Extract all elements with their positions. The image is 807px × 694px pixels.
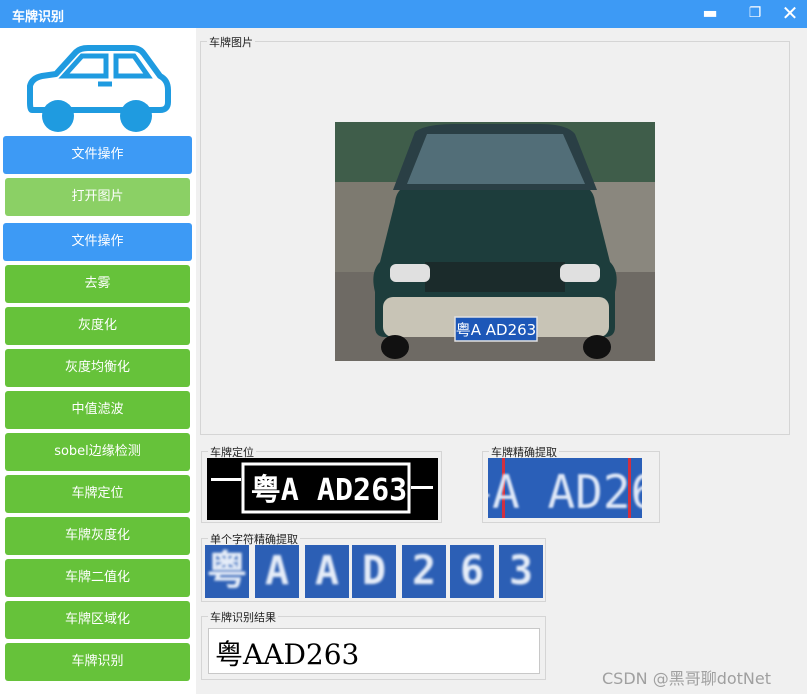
cropped-plate-image: 粤A AD263 [488, 458, 642, 518]
char-tile: D [352, 545, 396, 598]
car-plate-label: 粤A AD263 [456, 321, 536, 339]
sidebar-button-10[interactable]: 车牌灰度化 [5, 517, 190, 555]
sidebar-button-2[interactable]: 打开图片 [5, 178, 190, 216]
sidebar-button-9[interactable]: 车牌定位 [5, 475, 190, 513]
sidebar-button-5[interactable]: 灰度化 [5, 307, 190, 345]
car-photo-drawing: 粤A AD263 [335, 122, 655, 361]
sidebar-button-12[interactable]: 车牌区域化 [5, 601, 190, 639]
char-tile-text: D [361, 548, 387, 594]
window-title: 车牌识别 [12, 10, 65, 25]
char-tile-text: A [314, 548, 340, 594]
sidebar-button-13[interactable]: 车牌识别 [5, 643, 190, 681]
sidebar-button-8[interactable]: sobel边缘检测 [5, 433, 190, 471]
char-tile: 粤 [205, 545, 249, 598]
result-group-label: 车牌识别结果 [208, 609, 278, 625]
plate-image-group-label: 车牌图片 [207, 34, 255, 50]
car-icon [27, 45, 171, 132]
minimize-icon[interactable]: ▬ [693, 0, 727, 28]
binary-plate-text: 粤A AD263 [251, 473, 407, 508]
sidebar-button-11[interactable]: 车牌二值化 [5, 559, 190, 597]
sidebar-button-4[interactable]: 去雾 [5, 265, 190, 303]
sidebar-button-3[interactable]: 文件操作 [3, 223, 192, 261]
char-tile: 6 [450, 545, 494, 598]
result-text: 粤AAD263 [215, 638, 360, 671]
char-tile-text: 2 [411, 548, 437, 594]
sidebar: 文件操作 打开图片 文件操作 去雾 灰度化 灰度均衡化 中值滤波 sobel边缘检测 车牌定位车… [0, 28, 196, 694]
cropped-plate-text: 粤A AD263 [488, 465, 642, 518]
char-tile-text: A [264, 548, 290, 594]
sidebar-button-6[interactable]: 灰度均衡化 [5, 349, 190, 387]
char-tile-text: 6 [459, 548, 485, 594]
char-tile: 3 [499, 545, 543, 598]
result-field[interactable]: 粤AAD263 [208, 628, 540, 674]
binary-plate-image: 粤A AD263 [207, 458, 438, 520]
watermark: CSDN @黑哥聊dotNet [602, 669, 772, 688]
char-tile: A [255, 545, 299, 598]
sidebar-button-7[interactable]: 中值滤波 [5, 391, 190, 429]
char-tile: A [305, 545, 349, 598]
char-tile: 2 [402, 545, 446, 598]
char-tile-text: 3 [508, 548, 534, 594]
char-tile-text: 粤 [207, 548, 247, 594]
sidebar-button-1[interactable]: 文件操作 [3, 136, 192, 174]
maximize-icon[interactable]: ❐ [738, 0, 772, 28]
close-icon[interactable]: ✕ [773, 0, 807, 28]
car-photo: 粤A AD263 [335, 122, 655, 361]
title-bar: 车牌识别 ▬ ❐ ✕ [0, 0, 807, 28]
